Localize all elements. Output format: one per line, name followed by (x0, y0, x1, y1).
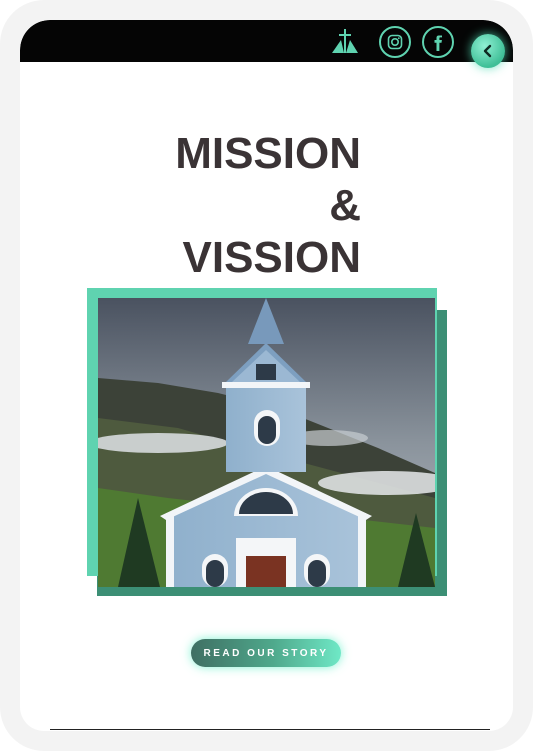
read-our-story-button[interactable]: READ OUR STORY (191, 639, 341, 667)
page-title: MISSION & VISSION (20, 128, 361, 284)
screen: MISSION & VISSION READ OUR STORY (20, 20, 513, 731)
church-logo-icon[interactable] (330, 28, 360, 54)
church-photo (98, 298, 435, 587)
instagram-button[interactable] (379, 26, 411, 58)
title-line-2: & (329, 181, 361, 230)
back-button[interactable] (471, 34, 505, 68)
chevron-left-icon (483, 44, 492, 58)
bottom-divider (50, 729, 490, 730)
facebook-icon (434, 35, 442, 51)
facebook-button[interactable] (422, 26, 454, 58)
instagram-icon (387, 34, 403, 50)
title-line-3: VISSION (182, 233, 362, 282)
church-image-frame (87, 288, 447, 598)
title-line-1: MISSION (175, 129, 361, 178)
top-bar (20, 20, 513, 62)
